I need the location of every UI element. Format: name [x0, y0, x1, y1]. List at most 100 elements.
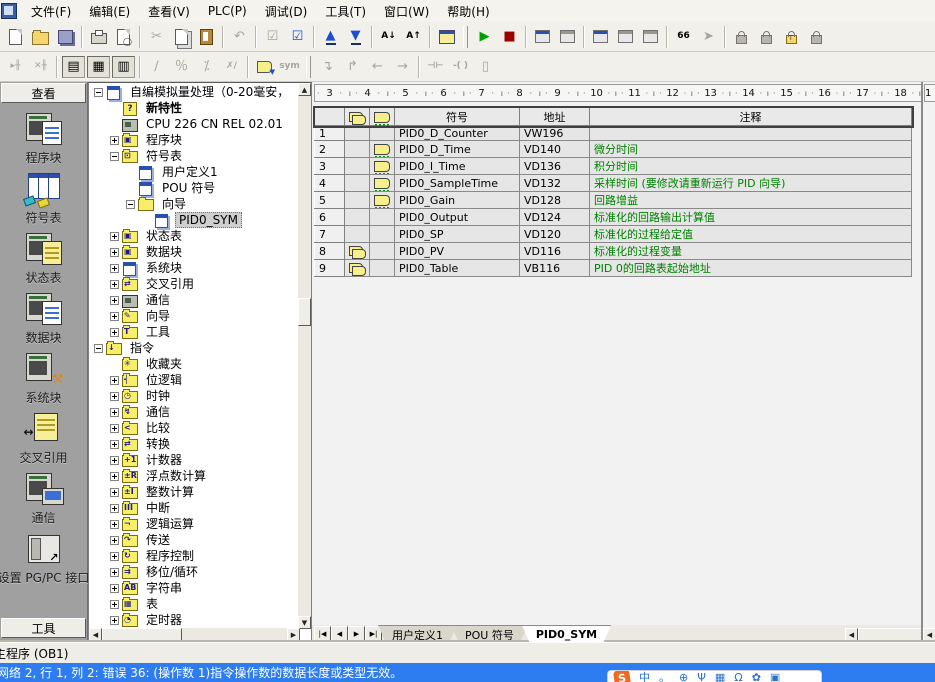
collapse-icon[interactable] [94, 344, 103, 353]
symbol-cell[interactable]: PID0_SampleTime [395, 175, 520, 192]
overlap-tag-cell[interactable] [345, 141, 370, 158]
tree-item-收藏夹[interactable]: ✳收藏夹 [90, 356, 297, 372]
address-column-header[interactable]: 地址 [520, 108, 590, 126]
tree-item-状态表[interactable]: ▣状态表 [90, 228, 297, 244]
download-icon[interactable]: ▼ [344, 26, 367, 48]
scroll-left-button[interactable]: ◀ [89, 628, 102, 641]
row-number-cell[interactable]: 3 [315, 158, 345, 175]
address-cell[interactable]: VD116 [520, 243, 590, 260]
save-project-icon[interactable] [54, 26, 77, 48]
previous-sheet-button[interactable]: ◀ [331, 626, 348, 641]
row-number-cell[interactable]: 4 [315, 175, 345, 192]
tree-item-中断[interactable]: III中断 [90, 500, 297, 516]
pause-program-status-icon[interactable] [556, 26, 579, 48]
unused-tag-cell[interactable] [370, 260, 395, 277]
row-number-cell[interactable]: 9 [315, 260, 345, 277]
menu-item-4[interactable]: 调试(D) [257, 1, 316, 22]
expand-icon[interactable] [110, 328, 119, 337]
expand-icon[interactable] [110, 520, 119, 529]
network-comment2-icon[interactable]: ⁒ [195, 56, 218, 78]
tools-group-button[interactable]: 工具 [1, 618, 86, 638]
expand-icon[interactable] [110, 280, 119, 289]
address-cell[interactable]: VD140 [520, 141, 590, 158]
comment-cell[interactable]: 采样时间 (要修改请重新运行 PID 向导) [590, 175, 912, 192]
expand-icon[interactable] [110, 472, 119, 481]
menu-item-2[interactable]: 查看(V) [140, 1, 198, 22]
contact-icon[interactable]: ⊣⊢ [424, 56, 447, 78]
menu-item-3[interactable]: PLC(P) [200, 2, 255, 20]
chart-status-icon[interactable] [589, 26, 612, 48]
tree-item-指令[interactable]: ↓指令 [90, 340, 297, 356]
scroll-up-button[interactable]: ▲ [298, 83, 311, 96]
print-preview-icon[interactable]: ◯ [112, 26, 135, 48]
sort-ascending-icon[interactable]: A↓ [377, 26, 400, 48]
toolbox-icon[interactable]: ✿ [752, 672, 761, 682]
comment-cell[interactable] [590, 126, 912, 141]
expand-icon[interactable] [110, 600, 119, 609]
sidebar-item-status-chart[interactable]: 状态表 [0, 226, 87, 286]
tree-item-新特性[interactable]: ?新特性 [90, 100, 297, 116]
tree-item-转换[interactable]: ⇄转换 [90, 436, 297, 452]
overlap-tag-cell[interactable] [345, 158, 370, 175]
tree-item-比较[interactable]: <比较 [90, 420, 297, 436]
expand-icon[interactable] [110, 488, 119, 497]
expand-icon[interactable] [110, 376, 119, 385]
tree-item-CPU 226 CN REL 02.01[interactable]: CPU 226 CN REL 02.01 [90, 116, 297, 132]
tree-item-移位/循环[interactable]: ⇉移位/循环 [90, 564, 297, 580]
collapse-icon[interactable] [94, 88, 103, 97]
row-number-cell[interactable]: 8 [315, 243, 345, 260]
unused-tag-cell[interactable] [370, 226, 395, 243]
tree-item-系统块[interactable]: 系统块 [90, 260, 297, 276]
expand-icon[interactable] [110, 536, 119, 545]
view-lad-button[interactable]: ▤ [62, 56, 85, 78]
tree-item-逻辑运算[interactable]: ¬逻辑运算 [90, 516, 297, 532]
menu-item-5[interactable]: 工具(T) [317, 1, 374, 22]
address-cell[interactable]: VD132 [520, 175, 590, 192]
tree-item-表[interactable]: ▦表 [90, 596, 297, 612]
network-comment-icon[interactable]: ％ [170, 56, 193, 78]
sidebar-item-communications[interactable]: 通信 [0, 466, 87, 526]
unused-tag-cell[interactable] [370, 209, 395, 226]
unused-tag-column-header[interactable] [370, 108, 395, 126]
symbol-info-table-icon[interactable]: ▼ [253, 56, 276, 78]
symbol-cell[interactable]: PID0_Output [395, 209, 520, 226]
next-bookmark-icon[interactable]: ➤ [697, 26, 720, 48]
sheet-tab-用户定义1[interactable]: 用户定义1 [378, 625, 457, 643]
compile-all-icon[interactable]: ☑ [286, 26, 309, 48]
expand-icon[interactable] [110, 504, 119, 513]
first-sheet-button[interactable]: |◀ [314, 626, 331, 641]
options-icon[interactable] [435, 26, 458, 48]
collapse-icon[interactable] [110, 152, 119, 161]
sidebar-item-symbol-table[interactable]: 符号表 [0, 166, 87, 226]
chinese-mode-icon[interactable]: 中 [639, 672, 650, 682]
corner-header-cell[interactable] [315, 108, 345, 126]
address-cell[interactable]: VW196 [520, 126, 590, 141]
scroll-thumb[interactable] [102, 628, 182, 641]
punctuation-icon[interactable]: 。 [659, 672, 670, 682]
undo-icon[interactable]: ↶ [228, 26, 251, 48]
expand-icon[interactable] [110, 552, 119, 561]
account-icon[interactable]: Ω [734, 672, 742, 682]
overlap-tag-cell[interactable] [345, 260, 370, 277]
comment-cell[interactable]: PID 0的回路表起始地址 [590, 260, 912, 277]
scroll-right-button[interactable]: ▶ [287, 628, 300, 641]
menu-item-6[interactable]: 窗口(W) [376, 1, 437, 22]
tree-item-浮点数计算[interactable]: ±R浮点数计算 [90, 468, 297, 484]
tree-item-位逻辑[interactable]: ┥位逻辑 [90, 372, 297, 388]
unused-tag-cell[interactable] [370, 126, 395, 141]
scroll-left-button[interactable]: ◀ [845, 628, 858, 641]
symbol-cell[interactable]: PID0_Gain [395, 192, 520, 209]
address-cell[interactable]: VB116 [520, 260, 590, 277]
view-group-button[interactable]: 查看 [1, 83, 86, 103]
tree-item-工具[interactable]: T工具 [90, 324, 297, 340]
tree-item-自编模拟量处理（0-20毫安，[interactable]: 自编模拟量处理（0-20毫安， [90, 84, 297, 100]
menu-item-0[interactable]: 文件(F) [23, 1, 79, 22]
sidebar-item-cross-reference[interactable]: ↔交叉引用 [0, 406, 87, 466]
tree-item-用户定义1[interactable]: 用户定义1 [90, 164, 297, 180]
app-icon[interactable] [1, 3, 17, 19]
expand-icon[interactable] [110, 616, 119, 625]
tree-item-通信[interactable]: 通信 [90, 292, 297, 308]
program-status-icon[interactable] [531, 26, 554, 48]
clear-lock-icon[interactable] [805, 26, 828, 48]
row-number-cell[interactable]: 7 [315, 226, 345, 243]
